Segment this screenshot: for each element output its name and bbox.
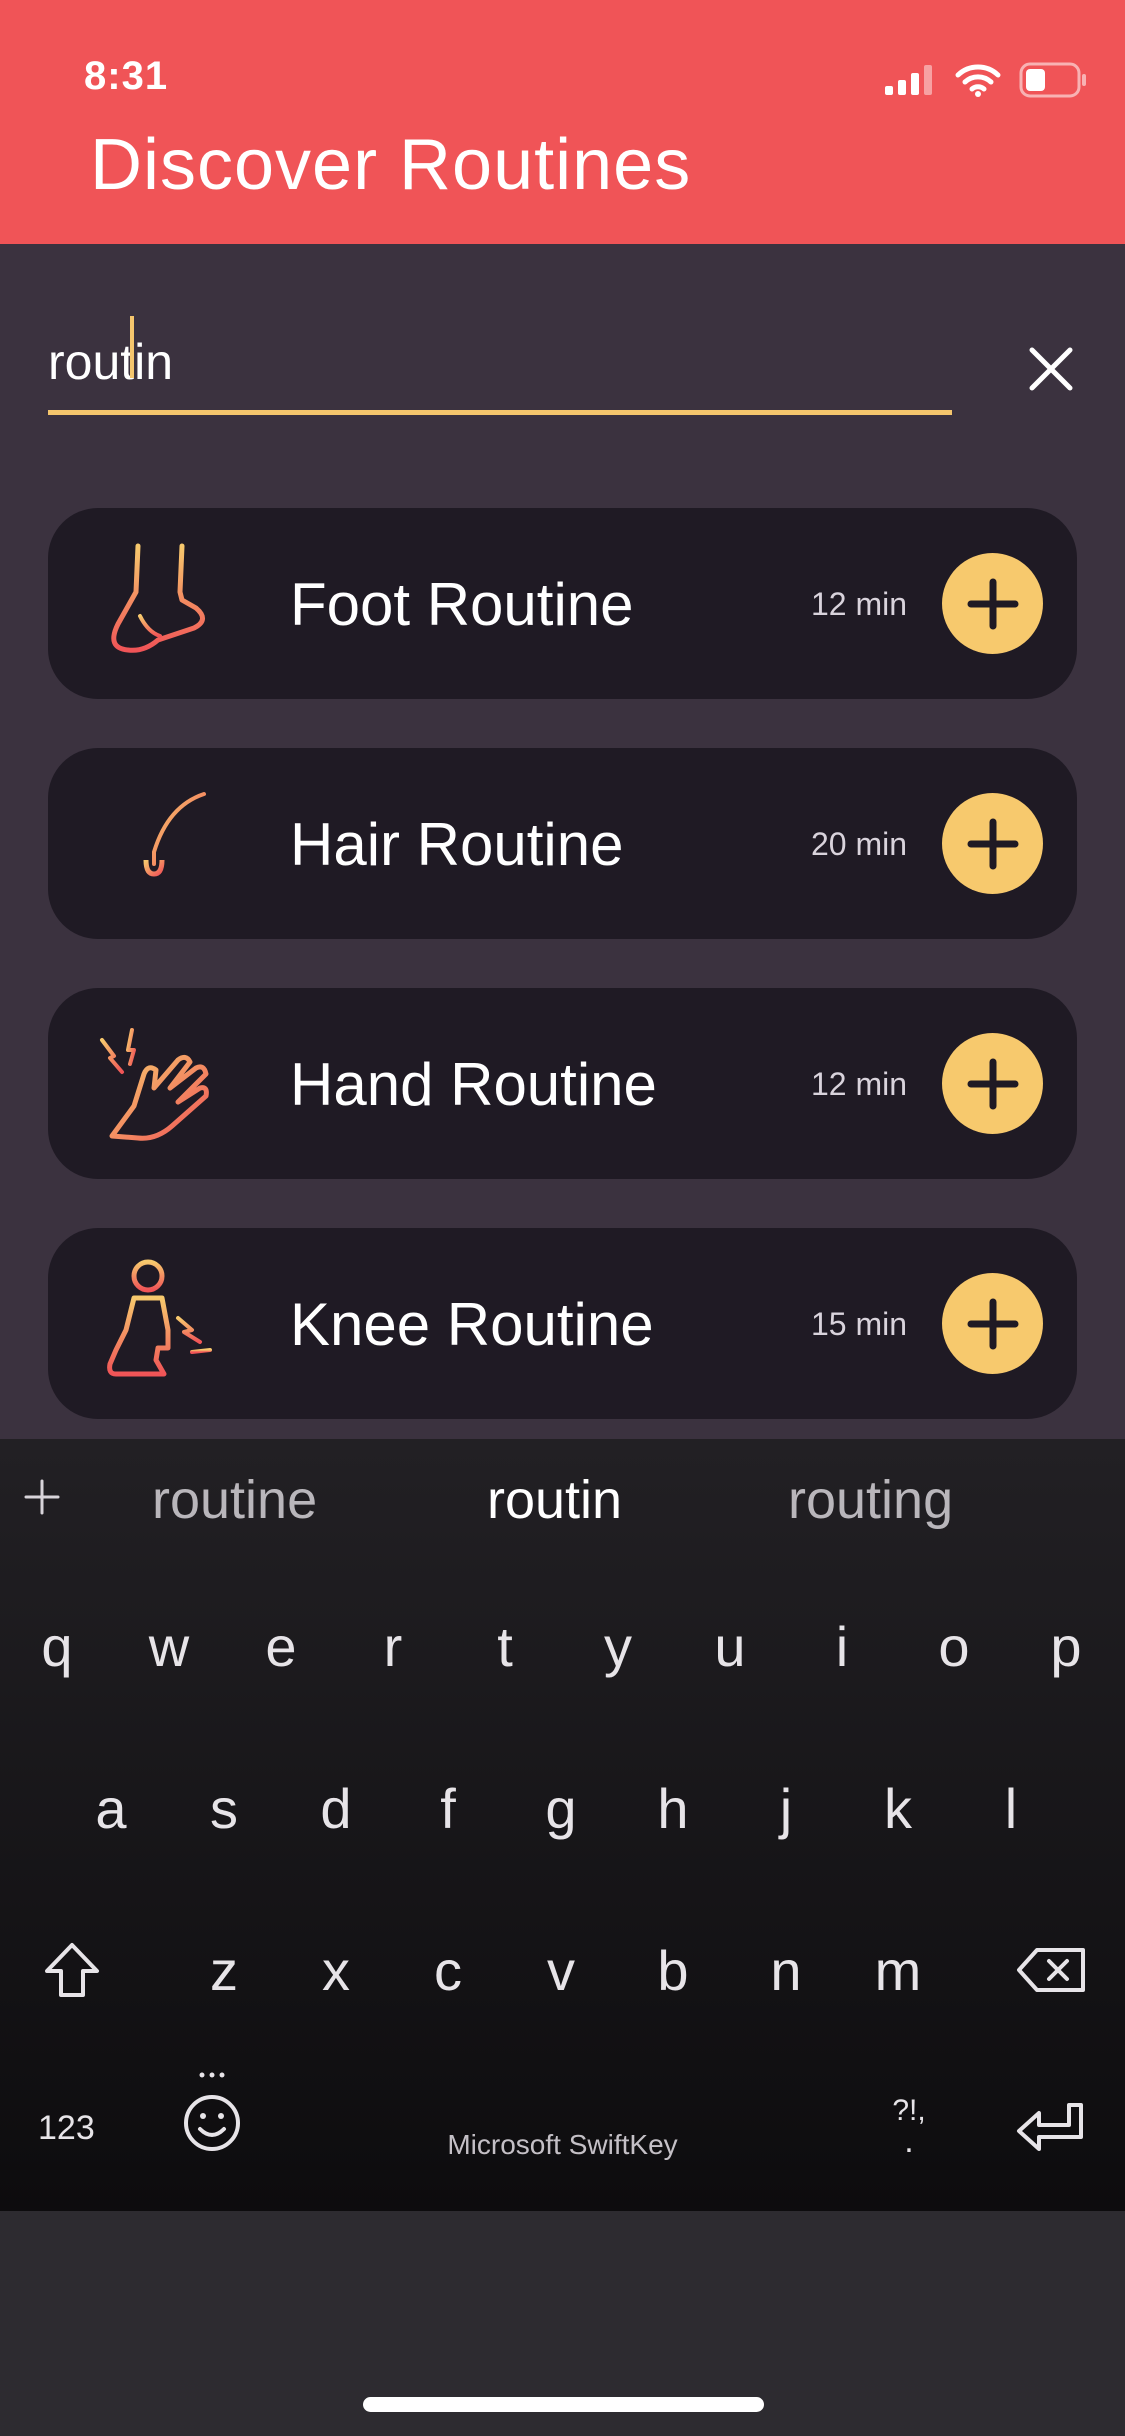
routine-search-content: Foot Routine 12 min bbox=[0, 244, 1125, 1439]
enter-icon bbox=[1017, 2103, 1083, 2151]
foot-icon bbox=[111, 543, 205, 653]
key-t[interactable]: t bbox=[460, 1601, 550, 1691]
routine-title: Hand Routine bbox=[290, 1051, 657, 1118]
key-s[interactable]: s bbox=[179, 1763, 269, 1853]
key-v[interactable]: v bbox=[516, 1925, 606, 2015]
routine-duration: 20 min bbox=[810, 826, 907, 862]
key-d[interactable]: d bbox=[291, 1763, 381, 1853]
plus-icon bbox=[967, 1298, 1018, 1349]
add-routine-button[interactable] bbox=[942, 1273, 1043, 1374]
key-x[interactable]: x bbox=[291, 1925, 381, 2015]
discover-routines-screen: 8:31 Discover Routines routin Foot Routi… bbox=[0, 0, 1125, 2436]
shift-icon bbox=[45, 1943, 99, 1997]
hand-pain-icon bbox=[100, 1028, 209, 1141]
punctuation-dot: . bbox=[904, 2122, 914, 2160]
punctuation-key[interactable]: ?!, . bbox=[864, 2079, 954, 2169]
key-q[interactable]: q bbox=[12, 1601, 102, 1691]
key-u[interactable]: u bbox=[685, 1601, 775, 1691]
routine-duration: 12 min bbox=[810, 586, 907, 622]
wifi-icon bbox=[955, 64, 1001, 97]
key-m[interactable]: m bbox=[853, 1925, 943, 2015]
key-p[interactable]: p bbox=[1021, 1601, 1111, 1691]
key-k[interactable]: k bbox=[853, 1763, 943, 1853]
backspace-key[interactable] bbox=[1006, 1925, 1096, 2015]
key-j[interactable]: j bbox=[741, 1763, 831, 1853]
text-cursor bbox=[130, 316, 134, 378]
clear-search-button[interactable] bbox=[1020, 338, 1082, 400]
key-f[interactable]: f bbox=[403, 1763, 493, 1853]
routine-title: Foot Routine bbox=[290, 571, 634, 638]
routine-card-foot[interactable]: Foot Routine 12 min bbox=[48, 508, 1077, 699]
routine-title: Knee Routine bbox=[290, 1291, 654, 1358]
keyboard-brand: Microsoft SwiftKey bbox=[447, 2129, 678, 2160]
key-b[interactable]: b bbox=[628, 1925, 718, 2015]
search-input[interactable] bbox=[48, 314, 952, 410]
home-indicator[interactable] bbox=[363, 2397, 764, 2412]
battery-icon bbox=[1019, 62, 1086, 98]
key-z[interactable]: z bbox=[179, 1925, 269, 2015]
suggestion-left[interactable]: routine bbox=[152, 1469, 317, 1531]
search-field[interactable] bbox=[48, 314, 952, 415]
routine-card-hair[interactable]: Hair Routine 20 min bbox=[48, 748, 1077, 939]
plus-icon bbox=[967, 1058, 1018, 1109]
key-n[interactable]: n bbox=[741, 1925, 831, 2015]
key-h[interactable]: h bbox=[628, 1763, 718, 1853]
key-a[interactable]: a bbox=[66, 1763, 156, 1853]
key-g[interactable]: g bbox=[516, 1763, 606, 1853]
close-icon bbox=[1029, 347, 1073, 391]
add-routine-button[interactable] bbox=[942, 553, 1043, 654]
status-icons bbox=[885, 62, 1087, 98]
key-c[interactable]: c bbox=[403, 1925, 493, 2015]
suggestion-center[interactable]: routin bbox=[487, 1469, 622, 1531]
status-time: 8:31 bbox=[84, 54, 169, 98]
plus-icon bbox=[967, 578, 1018, 629]
backspace-icon bbox=[1017, 1948, 1085, 1992]
page-title: Discover Routines bbox=[90, 125, 692, 205]
plus-icon bbox=[967, 818, 1018, 869]
key-l[interactable]: l bbox=[966, 1763, 1056, 1853]
key-e[interactable]: e bbox=[236, 1601, 326, 1691]
add-routine-button[interactable] bbox=[942, 1033, 1043, 1134]
enter-key[interactable] bbox=[1006, 2085, 1096, 2175]
key-w[interactable]: w bbox=[124, 1601, 214, 1691]
knee-pain-icon bbox=[107, 1259, 212, 1377]
suggestion-right[interactable]: routing bbox=[788, 1469, 953, 1531]
routine-duration: 12 min bbox=[810, 1066, 907, 1102]
routine-card-hand[interactable]: Hand Routine 12 min bbox=[48, 988, 1077, 1179]
routine-card-knee[interactable]: Knee Routine 15 min bbox=[48, 1228, 1077, 1419]
add-routine-button[interactable] bbox=[942, 793, 1043, 894]
toolbar-expand-icon[interactable] bbox=[22, 1477, 62, 1517]
hair-follicle-icon bbox=[101, 792, 211, 877]
routine-title: Hair Routine bbox=[290, 811, 624, 878]
key-r[interactable]: r bbox=[348, 1601, 438, 1691]
routine-duration: 15 min bbox=[810, 1306, 907, 1342]
shift-key[interactable] bbox=[27, 1925, 117, 2015]
on-screen-keyboard: routine routin routing q w e r t y u i o… bbox=[0, 1439, 1125, 2211]
key-o[interactable]: o bbox=[909, 1601, 999, 1691]
signal-icon bbox=[885, 65, 932, 95]
key-i[interactable]: i bbox=[797, 1601, 887, 1691]
key-y[interactable]: y bbox=[573, 1601, 663, 1691]
app-header: 8:31 Discover Routines bbox=[0, 0, 1125, 244]
